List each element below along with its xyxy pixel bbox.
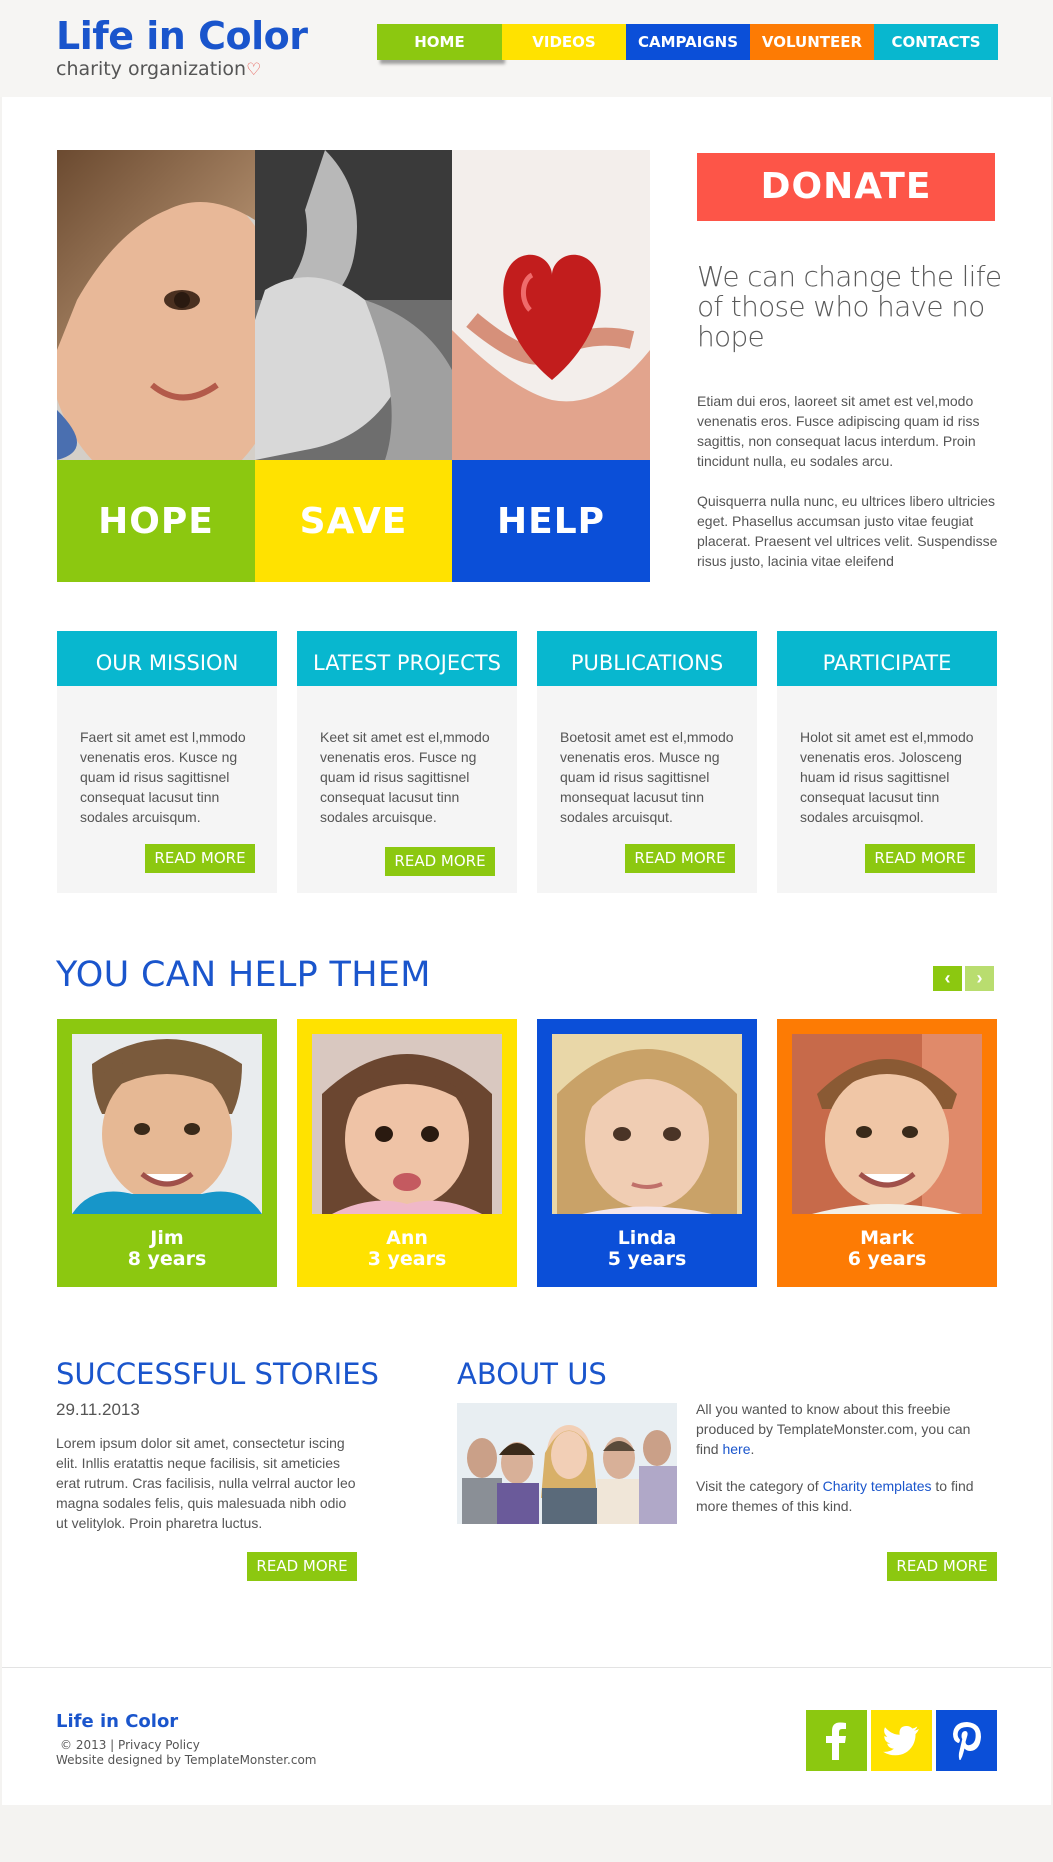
child-card-jim[interactable]: Jim 8 years <box>57 1019 277 1287</box>
hero-photo-child <box>57 150 255 460</box>
stories-text: Lorem ipsum dolor sit amet, consectetur … <box>56 1435 356 1531</box>
facebook-button[interactable] <box>806 1710 867 1771</box>
child-photo <box>312 1034 502 1214</box>
child-age: 5 years <box>607 1248 687 1270</box>
hero-label-help: HELP <box>452 460 650 582</box>
about-text-1: All you wanted to know about this freebi… <box>696 1399 996 1459</box>
hero-photo-heart <box>452 150 650 460</box>
about-text-2-body: Visit the category of <box>696 1478 823 1494</box>
about-here-link[interactable]: here <box>722 1441 750 1457</box>
logo-subtitle-text: charity organization <box>56 58 247 80</box>
charity-templates-link[interactable]: Charity templates <box>823 1478 932 1494</box>
chevron-left-icon: ‹ <box>944 968 951 988</box>
nav-home[interactable]: HOME <box>377 24 502 60</box>
carousel-prev-button[interactable]: ‹ <box>933 966 962 991</box>
child-photo <box>552 1034 742 1214</box>
child-card-mark[interactable]: Mark 6 years <box>777 1019 997 1287</box>
feature-title: OUR MISSION <box>57 631 277 686</box>
feature-text: Boetosit amet est el,mmodo venenatis ero… <box>560 729 734 825</box>
nav-contacts[interactable]: CONTACTS <box>874 24 998 60</box>
pinterest-button[interactable] <box>936 1710 997 1771</box>
child-card-ann[interactable]: Ann 3 years <box>297 1019 517 1287</box>
feature-text: Keet sit amet est el,mmodo venenatis ero… <box>320 729 490 825</box>
feature-box-publications: PUBLICATIONS Boetosit amet est el,mmodo … <box>537 631 757 893</box>
logo-subtitle: charity organization♡ <box>56 58 261 80</box>
footer-copyright: © 2013 | Privacy Policy <box>60 1738 200 1752</box>
nav-volunteer[interactable]: VOLUNTEER <box>750 24 874 60</box>
feature-text: Holot sit amet est el,mmodo venenatis er… <box>800 729 974 825</box>
footer-divider <box>2 1667 1051 1668</box>
feature-title: PUBLICATIONS <box>537 631 757 686</box>
hero-tagline: We can change the life of those who have… <box>697 260 1002 353</box>
child-name: Mark <box>860 1227 914 1249</box>
hero-label-save: SAVE <box>255 460 452 582</box>
child-age: 8 years <box>127 1248 207 1270</box>
help-section-title: YOU CAN HELP THEM <box>56 955 431 995</box>
child-card-linda[interactable]: Linda 5 years <box>537 1019 757 1287</box>
read-more-button[interactable]: READ MORE <box>385 847 495 876</box>
child-age: 3 years <box>367 1248 447 1270</box>
about-text-1-end: . <box>750 1441 755 1457</box>
read-more-button[interactable]: READ MORE <box>145 844 255 873</box>
child-name: Linda <box>617 1227 677 1249</box>
child-name: Ann <box>386 1227 428 1249</box>
read-more-button[interactable]: READ MORE <box>865 844 975 873</box>
child-age: 6 years <box>847 1248 927 1270</box>
about-text-2: Visit the category of Charity templates … <box>696 1476 996 1516</box>
twitter-icon <box>883 1726 919 1756</box>
hero-label-hope: HOPE <box>57 460 255 582</box>
footer-brand[interactable]: Life in Color <box>56 1711 178 1732</box>
privacy-policy-link[interactable]: Privacy Policy <box>118 1738 200 1752</box>
about-team-photo <box>457 1403 677 1524</box>
hero-paragraph-1: Etiam dui eros, laoreet sit amet est vel… <box>697 393 980 469</box>
stories-read-more-button[interactable]: READ MORE <box>247 1552 357 1581</box>
facebook-icon <box>826 1722 846 1760</box>
feature-box-mission: OUR MISSION Faert sit amet est l,mmodo v… <box>57 631 277 893</box>
feature-title: LATEST PROJECTS <box>297 631 517 686</box>
feature-title: PARTICIPATE <box>777 631 997 686</box>
stories-date: 29.11.2013 <box>56 1400 140 1419</box>
about-title: ABOUT US <box>457 1357 607 1391</box>
carousel-next-button[interactable]: › <box>965 966 994 991</box>
heart-icon: ♡ <box>246 60 262 80</box>
nav-campaigns[interactable]: CAMPAIGNS <box>626 24 750 60</box>
child-photo <box>792 1034 982 1214</box>
feature-box-projects: LATEST PROJECTS Keet sit amet est el,mmo… <box>297 631 517 893</box>
copyright-text: © 2013 | <box>60 1738 115 1752</box>
about-read-more-button[interactable]: READ MORE <box>887 1552 997 1581</box>
footer-designed-by[interactable]: Website designed by TemplateMonster.com <box>56 1753 316 1767</box>
child-photo <box>72 1034 262 1214</box>
feature-text: Faert sit amet est l,mmodo venenatis ero… <box>80 729 246 825</box>
hero-photo-hands <box>255 150 452 460</box>
logo-title[interactable]: Life in Color <box>56 14 308 58</box>
feature-box-participate: PARTICIPATE Holot sit amet est el,mmodo … <box>777 631 997 893</box>
twitter-button[interactable] <box>871 1710 932 1771</box>
donate-button[interactable]: DONATE <box>697 153 995 221</box>
hero-paragraph-2: Quisquerra nulla nunc, eu ultrices liber… <box>697 493 998 569</box>
child-name: Jim <box>150 1227 184 1249</box>
pinterest-icon <box>953 1722 981 1760</box>
chevron-right-icon: › <box>976 968 983 988</box>
stories-title: SUCCESSFUL STORIES <box>56 1357 379 1391</box>
nav-videos[interactable]: VIDEOS <box>502 24 626 60</box>
read-more-button[interactable]: READ MORE <box>625 844 735 873</box>
